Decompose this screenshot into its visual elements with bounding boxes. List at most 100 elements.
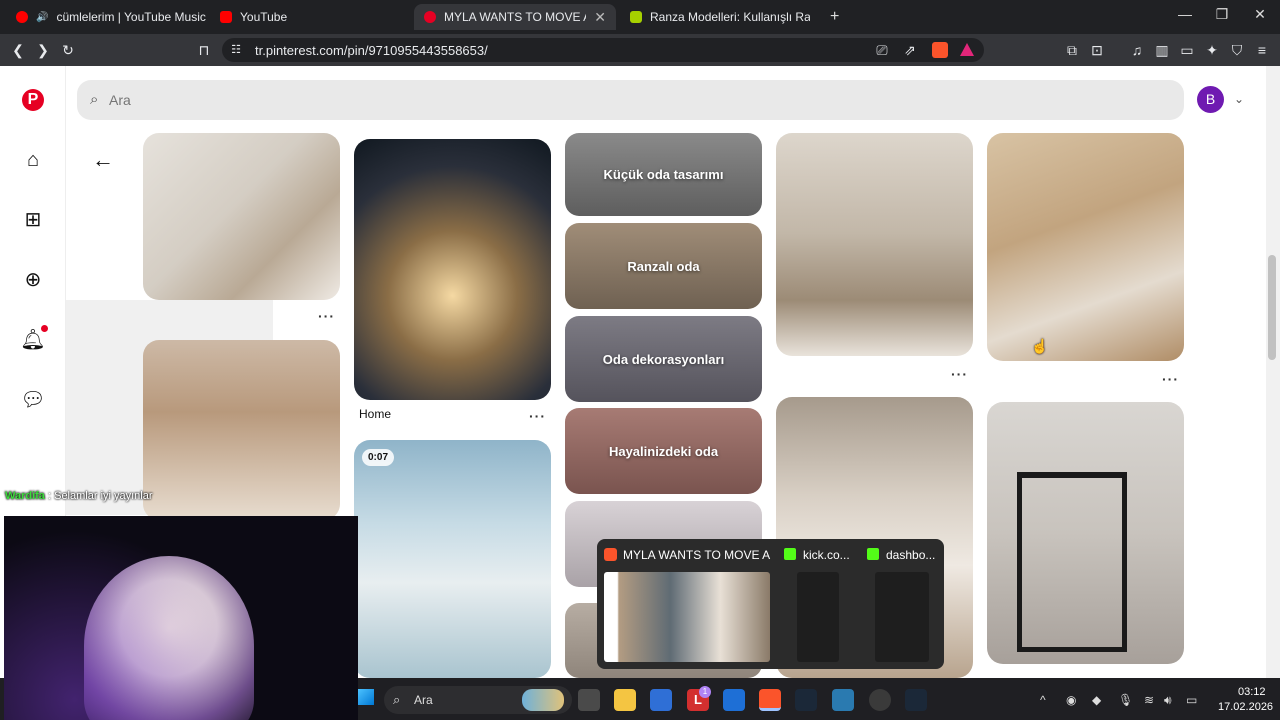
brave-taskbar-icon[interactable] xyxy=(759,689,781,711)
chevron-down-icon[interactable]: ⌄ xyxy=(1234,92,1244,106)
category-card[interactable]: Hayalinizdeki oda xyxy=(565,408,762,494)
preview-thumbnail[interactable] xyxy=(604,572,770,662)
site-icon xyxy=(630,11,642,23)
share-icon[interactable]: ⇗ xyxy=(900,40,920,60)
new-tab-button[interactable]: + xyxy=(830,8,839,26)
url-text[interactable]: tr.pinterest.com/pin/9710955443558653/ xyxy=(255,43,488,58)
more-options-button[interactable]: ··· xyxy=(1162,371,1179,387)
more-options-button[interactable]: ··· xyxy=(318,308,335,324)
steam-icon[interactable] xyxy=(795,689,817,711)
video-duration-badge: 0:07 xyxy=(362,449,395,466)
brave-icon xyxy=(604,548,617,561)
pinterest-icon xyxy=(424,11,436,23)
tab-label: Ranza Modelleri: Kullanışlı Ranza Fiya xyxy=(650,10,810,24)
extensions-icon[interactable]: ⧉ xyxy=(1062,40,1082,60)
category-label: Hayalinizdeki oda xyxy=(608,443,719,459)
steam-icon-2[interactable] xyxy=(905,689,927,711)
battery-icon[interactable]: ▭ xyxy=(1186,693,1197,707)
close-window-icon[interactable]: ✕ xyxy=(1240,6,1280,23)
mail-icon[interactable] xyxy=(723,689,745,711)
reload-icon[interactable]: ↻ xyxy=(58,40,78,60)
store-icon[interactable] xyxy=(650,689,672,711)
create-icon[interactable]: ⊕ xyxy=(20,267,46,293)
tray-steam-icon[interactable]: ◆ xyxy=(1092,693,1101,707)
brave-shields-icon[interactable] xyxy=(932,42,948,58)
widgets-icon[interactable] xyxy=(522,689,564,711)
menu-icon[interactable]: ≡ xyxy=(1252,40,1272,60)
file-explorer-icon[interactable] xyxy=(614,689,636,711)
cursor-hand-icon: ☝ xyxy=(1031,338,1049,354)
kick-icon xyxy=(867,548,879,560)
forward-icon[interactable]: ❯ xyxy=(33,40,53,60)
category-label: Küçük oda tasarımı xyxy=(603,167,724,182)
tray-app-icon[interactable]: ◉ xyxy=(1066,693,1076,707)
leo-ai-icon[interactable]: ✦ xyxy=(1202,40,1222,60)
volume-icon[interactable]: 🔊︎ xyxy=(1164,693,1172,708)
back-icon[interactable]: ❮ xyxy=(8,40,28,60)
preview-thumbnail[interactable] xyxy=(797,572,839,662)
tab-ranza[interactable]: Ranza Modelleri: Kullanışlı Ranza Fiya xyxy=(620,4,820,30)
preview-label[interactable]: MYLA WANTS TO MOVE A... xyxy=(623,548,771,562)
photos-icon[interactable] xyxy=(832,689,854,711)
brave-rewards-icon[interactable] xyxy=(960,43,974,56)
category-card[interactable]: Küçük oda tasarımı xyxy=(565,133,762,216)
youtube-music-icon xyxy=(16,11,28,23)
avatar[interactable]: B xyxy=(1197,86,1224,113)
pin-image[interactable] xyxy=(143,340,340,520)
speaker-icon: 🔊 xyxy=(36,11,49,23)
pinterest-logo-icon[interactable]: P xyxy=(22,89,44,111)
tray-chevron-icon[interactable]: ^ xyxy=(1040,693,1046,707)
cast-icon[interactable]: ⎚ xyxy=(872,40,892,60)
notification-dot xyxy=(41,325,48,332)
sidebar-icon[interactable]: ▥ xyxy=(1152,40,1172,60)
tab-youtube-music[interactable]: 🔊 cümlelerim | YouTube Music xyxy=(6,4,206,30)
pin-image[interactable] xyxy=(776,133,973,356)
category-card[interactable]: Oda dekorasyonları xyxy=(565,316,762,402)
pin-image[interactable] xyxy=(354,139,551,400)
chat-username: Wardifa xyxy=(5,490,45,502)
preview-label[interactable]: kick.co... xyxy=(803,548,853,562)
messages-icon[interactable]: 💬︎ xyxy=(20,387,46,413)
pin-title[interactable]: Home xyxy=(359,407,391,421)
chat-message: Wardifa : Selamlar iyi yayınlar xyxy=(5,490,153,502)
tab-youtube[interactable]: YouTube xyxy=(210,4,410,30)
obs-icon[interactable] xyxy=(869,689,891,711)
scrollbar-thumb[interactable] xyxy=(1268,255,1276,360)
webcam-light xyxy=(4,516,358,720)
preview-label[interactable]: dashbo... xyxy=(886,548,938,562)
maximize-icon[interactable]: ❐ xyxy=(1202,6,1242,23)
category-card[interactable]: Ranzalı oda xyxy=(565,223,762,309)
chat-text: : Selamlar iyi yayınlar xyxy=(44,490,153,502)
pin-image[interactable] xyxy=(987,133,1184,361)
pin-image[interactable] xyxy=(143,133,340,300)
minimize-icon[interactable]: — xyxy=(1165,6,1205,22)
back-arrow-icon[interactable]: ← xyxy=(92,147,114,173)
bookmark-icon[interactable]: ⊓ xyxy=(194,40,214,60)
close-tab-icon[interactable]: ✕ xyxy=(594,9,606,26)
preview-thumbnail[interactable] xyxy=(875,572,929,662)
pin-image[interactable] xyxy=(987,402,1184,664)
search-input[interactable] xyxy=(109,88,509,112)
task-view-icon[interactable] xyxy=(578,689,600,711)
tab-pinterest-active[interactable]: MYLA WANTS TO MOVE AND GI ✕ xyxy=(414,4,616,30)
clock-date[interactable]: 17.02.2026 xyxy=(1218,701,1273,713)
media-icon[interactable]: ♫ xyxy=(1127,40,1147,60)
category-label: Oda dekorasyonları xyxy=(602,351,725,367)
clock-time[interactable]: 03:12 xyxy=(1238,686,1266,698)
screenshot-icon[interactable]: ⊡ xyxy=(1087,40,1107,60)
explore-icon[interactable]: ⊞ xyxy=(20,207,46,233)
microphone-icon[interactable]: 🎙︎ xyxy=(1118,693,1133,707)
more-options-button[interactable]: ··· xyxy=(529,408,546,424)
youtube-icon xyxy=(220,11,232,23)
loft-frame xyxy=(1017,472,1127,652)
windows-start-icon[interactable] xyxy=(358,689,374,705)
site-info-icon[interactable]: ☷ xyxy=(226,40,246,60)
more-options-button[interactable]: ··· xyxy=(951,366,968,382)
pin-video[interactable] xyxy=(354,440,551,678)
notification-badge: 1 xyxy=(699,686,711,698)
scrollbar[interactable] xyxy=(1266,66,1280,678)
wallet-icon[interactable]: ▭ xyxy=(1177,40,1197,60)
wifi-icon[interactable]: ≋ xyxy=(1144,693,1154,707)
home-icon[interactable]: ⌂ xyxy=(20,147,46,173)
vpn-icon[interactable]: ⛉ xyxy=(1227,40,1247,60)
